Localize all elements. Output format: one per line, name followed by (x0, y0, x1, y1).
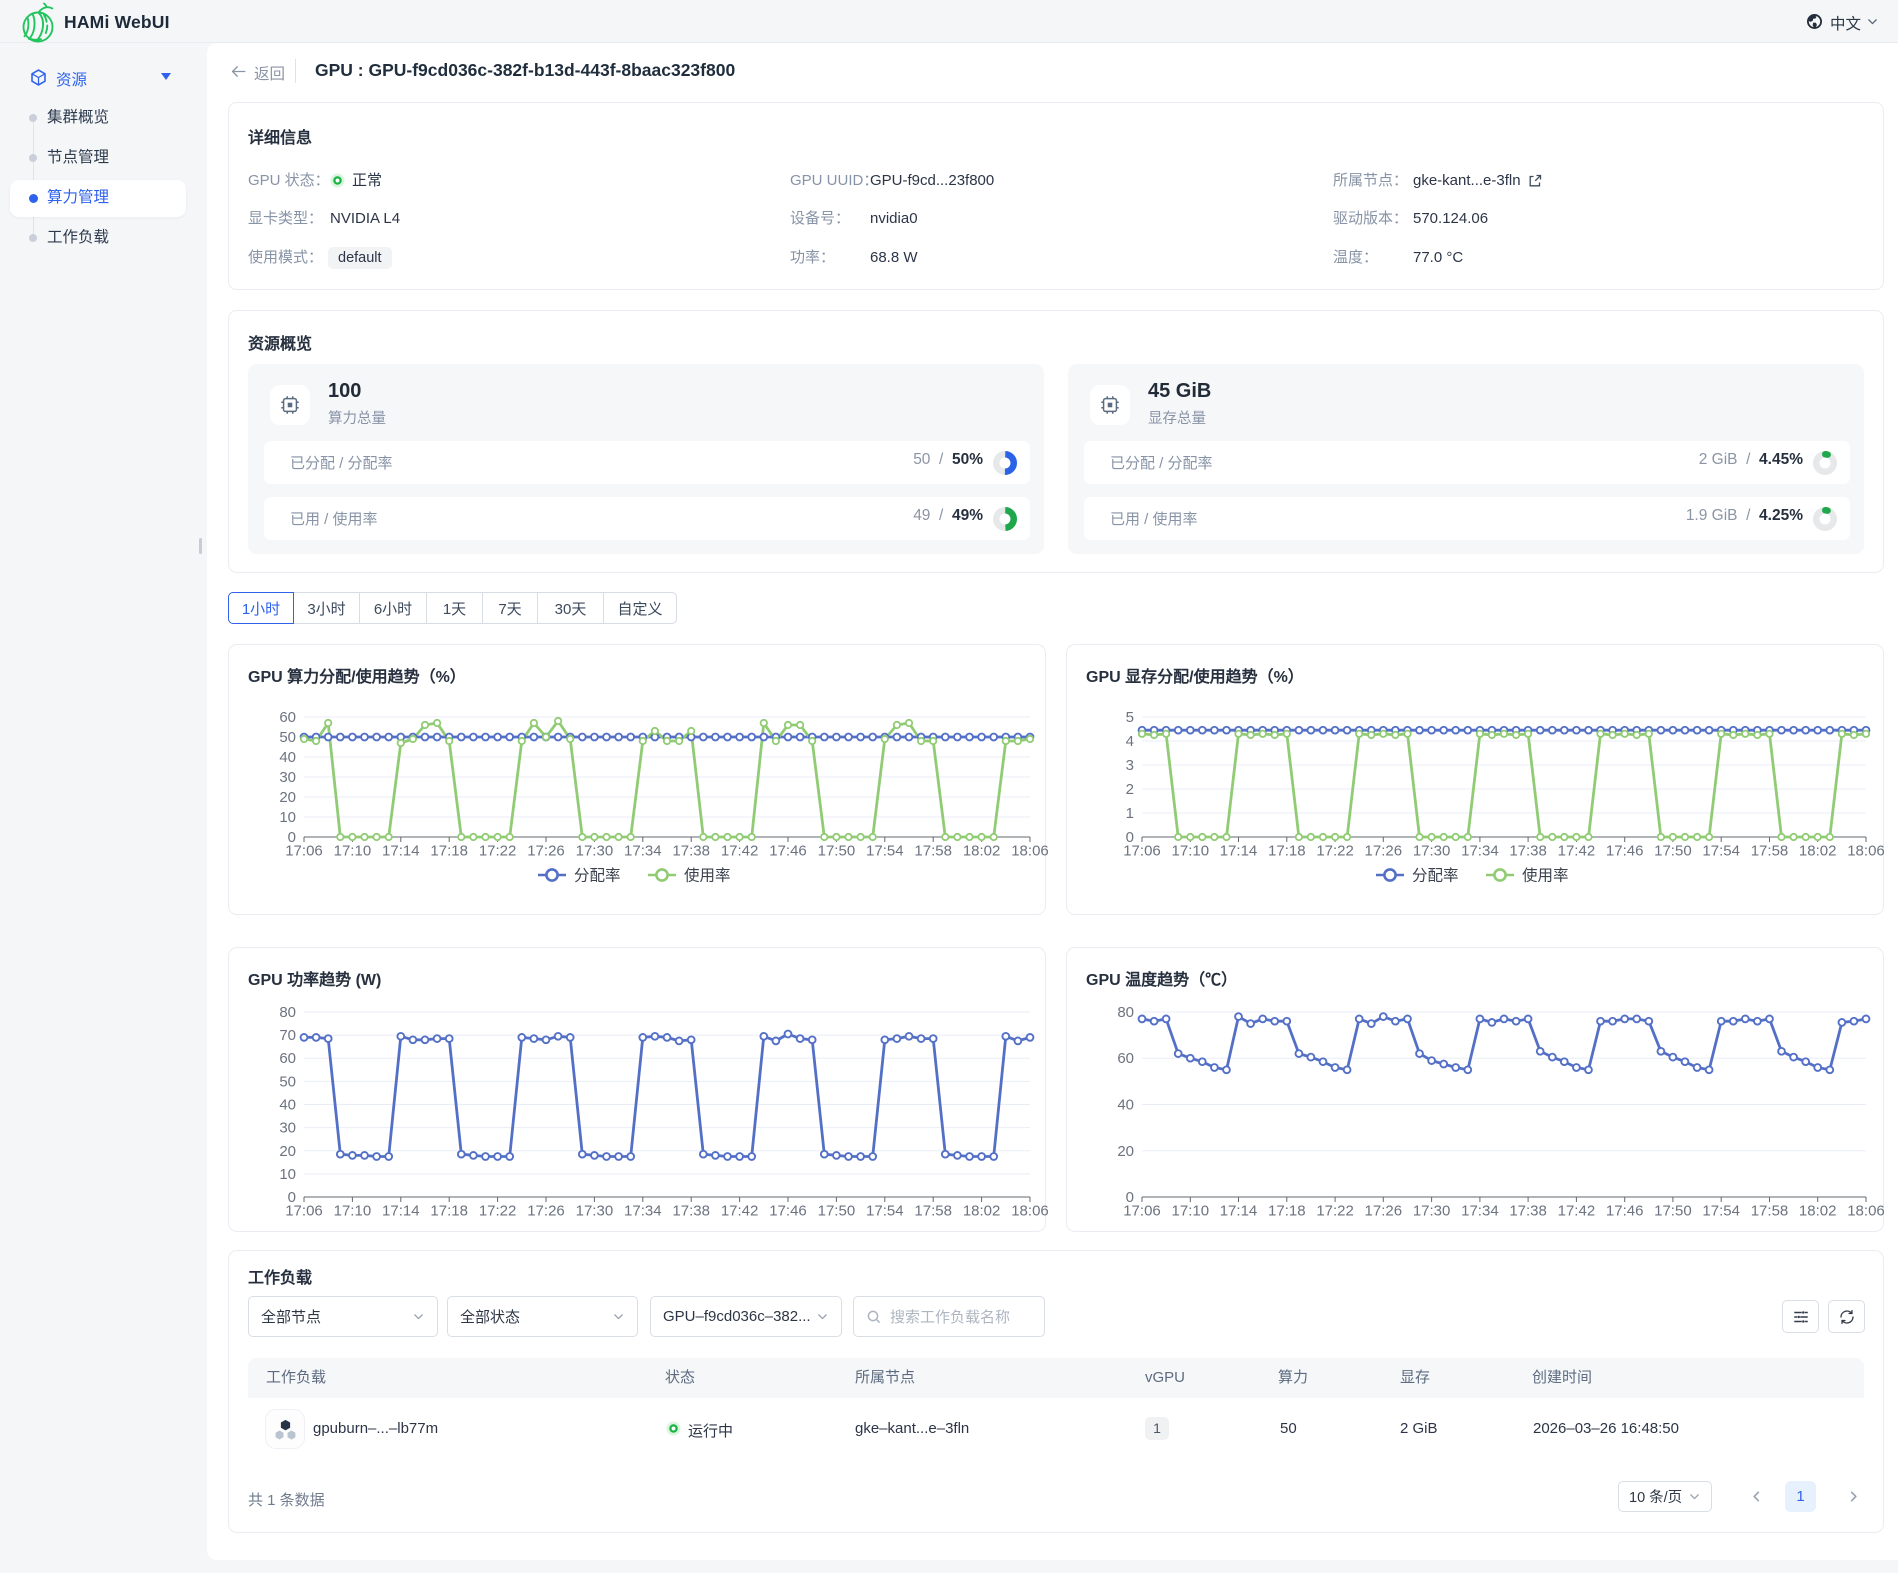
svg-text:17:38: 17:38 (1509, 843, 1547, 860)
svg-text:17:42: 17:42 (721, 843, 759, 860)
svg-text:30: 30 (279, 1120, 296, 1137)
svg-text:17:06: 17:06 (1123, 1203, 1161, 1220)
svg-text:3: 3 (1126, 757, 1134, 774)
svg-text:17:26: 17:26 (527, 1203, 565, 1220)
svg-text:17:30: 17:30 (576, 1203, 614, 1220)
svg-text:18:02: 18:02 (1799, 1203, 1837, 1220)
svg-text:17:30: 17:30 (1413, 1203, 1451, 1220)
svg-text:17:06: 17:06 (285, 843, 323, 860)
svg-text:17:34: 17:34 (1461, 843, 1499, 860)
svg-text:10: 10 (279, 1166, 296, 1183)
svg-text:17:14: 17:14 (1220, 1203, 1258, 1220)
svg-text:20: 20 (279, 1143, 296, 1160)
svg-text:1: 1 (1126, 805, 1134, 822)
svg-text:50: 50 (279, 1073, 296, 1090)
svg-text:17:14: 17:14 (382, 1203, 420, 1220)
svg-text:17:50: 17:50 (1654, 843, 1692, 860)
svg-text:17:22: 17:22 (479, 843, 517, 860)
svg-text:17:46: 17:46 (1606, 1203, 1644, 1220)
svg-text:18:06: 18:06 (1847, 843, 1885, 860)
svg-text:17:54: 17:54 (1702, 843, 1740, 860)
svg-text:20: 20 (1117, 1143, 1134, 1160)
svg-text:30: 30 (279, 769, 296, 786)
svg-text:17:10: 17:10 (334, 1203, 372, 1220)
svg-text:17:30: 17:30 (1413, 843, 1451, 860)
svg-text:60: 60 (279, 1050, 296, 1067)
svg-text:4: 4 (1126, 733, 1134, 750)
svg-text:17:26: 17:26 (1365, 843, 1403, 860)
svg-text:17:06: 17:06 (1123, 843, 1161, 860)
svg-text:40: 40 (1117, 1097, 1134, 1114)
svg-text:2: 2 (1126, 781, 1134, 798)
svg-text:17:10: 17:10 (1172, 843, 1210, 860)
svg-text:40: 40 (279, 749, 296, 766)
svg-text:17:34: 17:34 (624, 1203, 662, 1220)
svg-text:使用率: 使用率 (1522, 867, 1569, 885)
svg-text:40: 40 (279, 1097, 296, 1114)
svg-text:17:06: 17:06 (285, 1203, 323, 1220)
svg-text:17:50: 17:50 (1654, 1203, 1692, 1220)
svg-text:分配率: 分配率 (1412, 867, 1459, 885)
svg-text:17:46: 17:46 (1606, 843, 1644, 860)
svg-text:17:46: 17:46 (769, 1203, 807, 1220)
svg-text:80: 80 (1117, 1004, 1134, 1021)
svg-text:17:34: 17:34 (1461, 1203, 1499, 1220)
svg-text:17:18: 17:18 (430, 843, 468, 860)
svg-text:分配率: 分配率 (574, 867, 621, 885)
svg-text:17:26: 17:26 (1365, 1203, 1403, 1220)
svg-text:10: 10 (279, 809, 296, 826)
svg-text:17:58: 17:58 (1751, 843, 1789, 860)
svg-text:17:54: 17:54 (866, 1203, 904, 1220)
svg-text:17:14: 17:14 (1220, 843, 1258, 860)
svg-text:17:18: 17:18 (430, 1203, 468, 1220)
svg-text:17:38: 17:38 (672, 1203, 710, 1220)
svg-text:20: 20 (279, 789, 296, 806)
svg-text:17:50: 17:50 (818, 843, 856, 860)
svg-text:60: 60 (1117, 1050, 1134, 1067)
svg-text:17:34: 17:34 (624, 843, 662, 860)
svg-text:17:38: 17:38 (1509, 1203, 1547, 1220)
svg-text:17:10: 17:10 (334, 843, 372, 860)
svg-text:17:54: 17:54 (1702, 1203, 1740, 1220)
svg-text:17:30: 17:30 (576, 843, 614, 860)
svg-text:使用率: 使用率 (684, 867, 731, 885)
svg-text:5: 5 (1126, 709, 1134, 726)
svg-text:18:02: 18:02 (963, 843, 1001, 860)
svg-text:17:22: 17:22 (479, 1203, 517, 1220)
svg-text:18:02: 18:02 (1799, 843, 1837, 860)
svg-text:17:38: 17:38 (672, 843, 710, 860)
svg-text:17:46: 17:46 (769, 843, 807, 860)
svg-text:17:18: 17:18 (1268, 843, 1306, 860)
svg-text:18:06: 18:06 (1011, 843, 1049, 860)
svg-text:17:42: 17:42 (1558, 843, 1596, 860)
svg-text:17:22: 17:22 (1316, 843, 1354, 860)
svg-text:50: 50 (279, 729, 296, 746)
svg-text:17:14: 17:14 (382, 843, 420, 860)
svg-text:60: 60 (279, 709, 296, 726)
svg-text:17:42: 17:42 (1558, 1203, 1596, 1220)
svg-text:17:58: 17:58 (914, 1203, 952, 1220)
svg-text:17:26: 17:26 (527, 843, 565, 860)
svg-text:17:22: 17:22 (1316, 1203, 1354, 1220)
svg-text:17:10: 17:10 (1172, 1203, 1210, 1220)
svg-text:17:50: 17:50 (818, 1203, 856, 1220)
svg-text:17:58: 17:58 (1751, 1203, 1789, 1220)
svg-text:17:42: 17:42 (721, 1203, 759, 1220)
svg-text:18:06: 18:06 (1847, 1203, 1885, 1220)
svg-text:17:58: 17:58 (914, 843, 952, 860)
svg-text:17:54: 17:54 (866, 843, 904, 860)
svg-text:18:06: 18:06 (1011, 1203, 1049, 1220)
svg-text:70: 70 (279, 1027, 296, 1044)
svg-text:80: 80 (279, 1004, 296, 1021)
svg-text:17:18: 17:18 (1268, 1203, 1306, 1220)
svg-text:18:02: 18:02 (963, 1203, 1001, 1220)
